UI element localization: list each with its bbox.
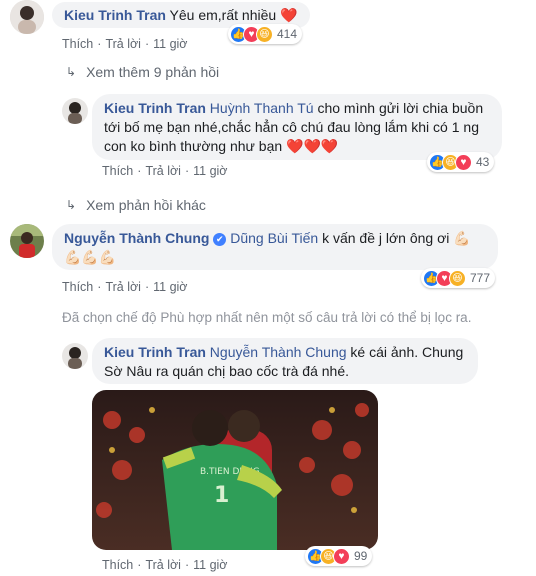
tagged-user[interactable]: Huỳnh Thanh Tú	[210, 100, 314, 116]
view-more-label: Xem thêm 9 phản hồi	[86, 64, 220, 80]
tagged-user[interactable]: Dũng Bùi Tiến	[230, 230, 318, 246]
love-icon: ♥	[333, 547, 350, 565]
comment-text: k vấn đề j lớn ông ơi	[322, 230, 450, 246]
reply-arrow-icon: ↳	[66, 198, 77, 212]
reaction-summary[interactable]: 👍 ♥ 😆 414	[228, 24, 303, 44]
avatar[interactable]	[62, 343, 88, 369]
reaction-count: 777	[470, 271, 491, 285]
like-link[interactable]: Thích	[62, 280, 93, 294]
reaction-count: 99	[354, 549, 368, 563]
author-name[interactable]: Kieu Trinh Tran	[104, 100, 206, 116]
reaction-summary[interactable]: 👍 ♥ 😆 777	[421, 268, 496, 288]
comment-actions: Thích · Trả lời · 11 giờ	[62, 280, 188, 294]
reply-link[interactable]: Trả lời	[145, 558, 181, 572]
author-name[interactable]: Nguyễn Thành Chung	[64, 230, 209, 246]
jersey-number: 1	[214, 483, 229, 508]
comment-actions: Thích · Trả lời · 11 giờ	[102, 558, 228, 572]
attached-photo[interactable]: B.TIEN DUNG 1	[92, 390, 378, 550]
like-link[interactable]: Thích	[62, 37, 93, 51]
flexed-biceps-emoji: 💪🏻💪🏻💪🏻	[64, 249, 117, 265]
filter-notice: Đã chọn chế độ Phù hợp nhất nên một số c…	[62, 310, 472, 325]
love-icon: ♥	[455, 153, 472, 171]
avatar[interactable]	[10, 0, 44, 34]
flexed-biceps-emoji: 💪🏻	[453, 230, 471, 246]
reaction-count: 43	[476, 155, 490, 169]
haha-icon: 😆	[449, 269, 466, 287]
author-name[interactable]: Kieu Trinh Tran	[104, 344, 206, 360]
comment-text: tới bố mẹ bạn nhé,chắc hẳn cô chú đau lò…	[104, 119, 479, 135]
like-link[interactable]: Thích	[102, 164, 133, 178]
heart-emoji: ❤️	[280, 7, 298, 23]
verified-icon: ✔	[213, 232, 227, 246]
timestamp[interactable]: 11 giờ	[153, 280, 187, 294]
view-more-replies[interactable]: ↳ Xem thêm 9 phản hồi	[66, 64, 219, 80]
tagged-user[interactable]: Nguyễn Thành Chung	[210, 344, 347, 360]
avatar[interactable]	[10, 224, 44, 258]
haha-icon: 😆	[256, 25, 273, 43]
timestamp[interactable]: 11 giờ	[153, 37, 187, 51]
view-more-label: Xem phản hồi khác	[86, 197, 206, 213]
timestamp[interactable]: 11 giờ	[193, 558, 227, 572]
author-name[interactable]: Kieu Trinh Tran	[64, 7, 166, 23]
like-link[interactable]: Thích	[102, 558, 133, 572]
avatar[interactable]	[62, 98, 88, 124]
comment-text: con ko bình thường như bạn	[104, 138, 283, 154]
reaction-count: 414	[277, 27, 298, 41]
reaction-summary[interactable]: 👍 😆 ♥ 43	[427, 152, 495, 172]
comment-bubble: Kieu Trinh Tran Nguyễn Thành Chung ké cá…	[92, 338, 478, 384]
comment-text: Yêu em,rất nhiều	[169, 7, 277, 23]
timestamp[interactable]: 11 giờ	[193, 164, 227, 178]
comment-bubble: Kieu Trinh Tran Huỳnh Thanh Tú cho mình …	[92, 94, 502, 160]
view-other-replies[interactable]: ↳ Xem phản hồi khác	[66, 197, 206, 213]
reply-link[interactable]: Trả lời	[145, 164, 181, 178]
comment-text: Sờ Nâu ra quán chị bao cốc trà đá nhé.	[104, 363, 349, 379]
comment-bubble: Nguyễn Thành Chung ✔ Dũng Bùi Tiến k vấn…	[52, 224, 498, 270]
comment-text: cho mình gửi lời chia buồn	[317, 100, 484, 116]
reply-link[interactable]: Trả lời	[105, 280, 141, 294]
reply-link[interactable]: Trả lời	[105, 37, 141, 51]
comment-actions: Thích · Trả lời · 11 giờ	[102, 164, 228, 178]
reaction-summary[interactable]: 👍 😆 ♥ 99	[305, 546, 373, 566]
hearts-emoji: ❤️❤️❤️	[286, 138, 339, 154]
comment-actions: Thích · Trả lời · 11 giờ	[62, 37, 188, 51]
reply-arrow-icon: ↳	[66, 65, 77, 79]
comment-text: ké cái ảnh. Chung	[350, 344, 464, 360]
